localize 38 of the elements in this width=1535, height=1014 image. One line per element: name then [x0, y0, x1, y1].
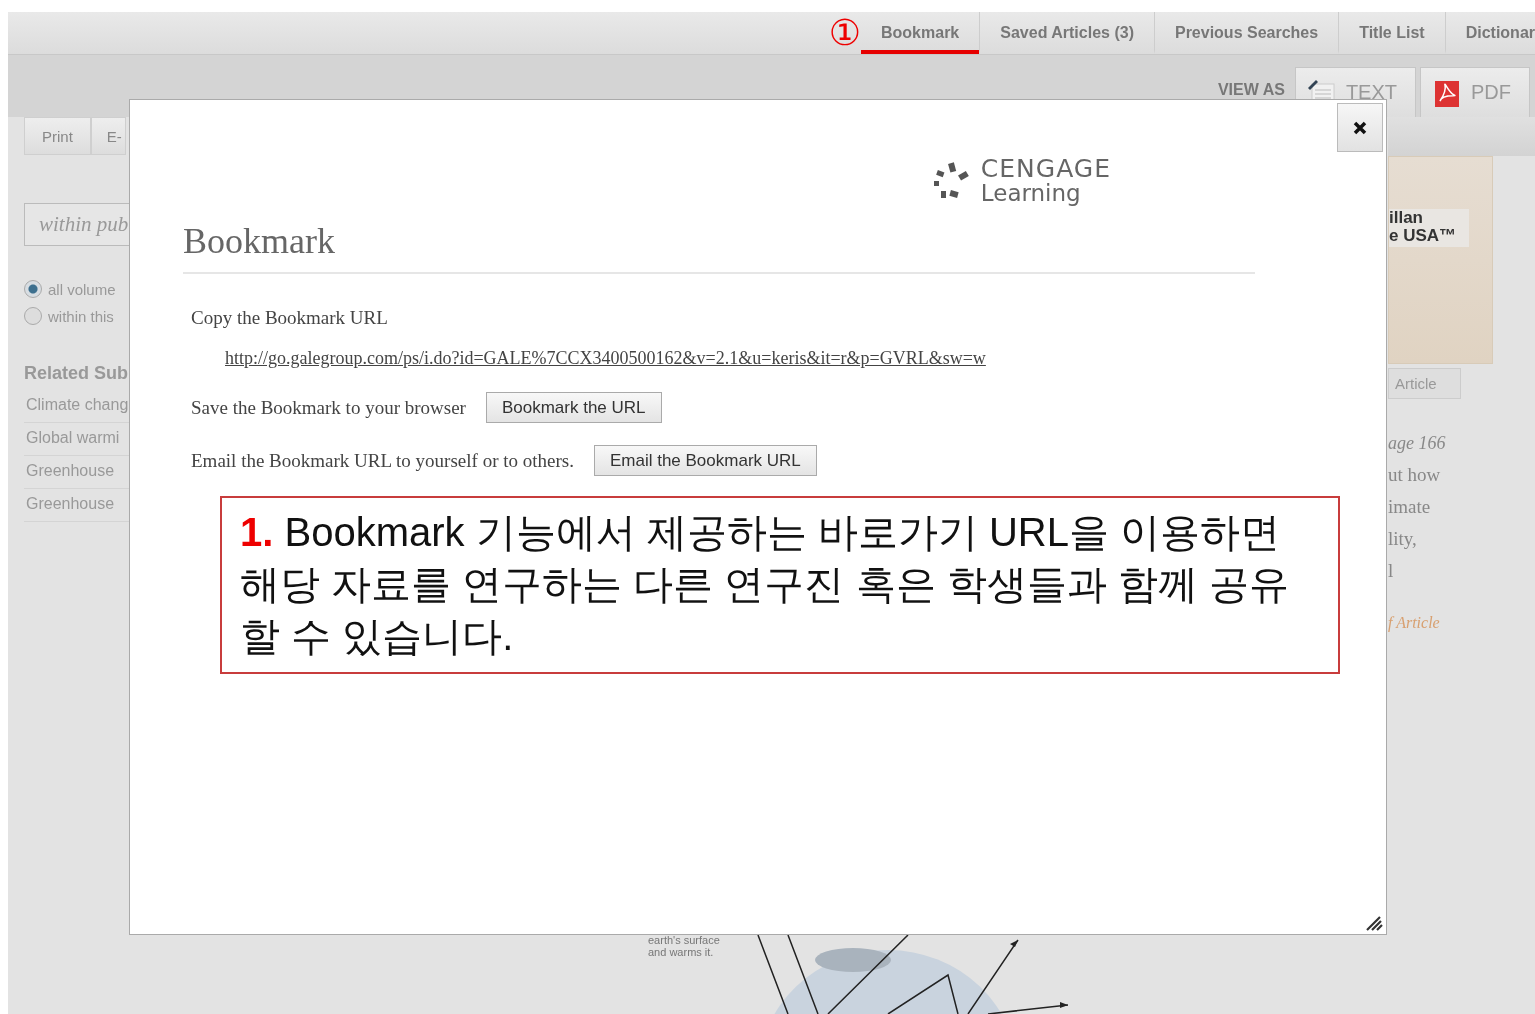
- close-icon: [1352, 119, 1368, 136]
- radio-label: all volume: [48, 280, 116, 298]
- action-label: Save the Bookmark to your browser: [191, 396, 466, 419]
- resize-grip-icon[interactable]: [1365, 915, 1383, 931]
- article-button[interactable]: Article: [1388, 368, 1461, 399]
- copy-url-label: Copy the Bookmark URL: [191, 307, 389, 329]
- nav-tab[interactable]: Dictionar: [1444, 12, 1535, 54]
- article-link[interactable]: f Article: [1388, 614, 1535, 632]
- tool-button[interactable]: Print: [24, 117, 91, 155]
- action-button[interactable]: Bookmark the URL: [485, 392, 662, 423]
- logo-text: CENGAGE: [980, 156, 1111, 181]
- article-text: imate: [1388, 496, 1432, 518]
- cover-title: e USA™: [1389, 227, 1458, 245]
- annotation-marker: ①: [828, 15, 861, 51]
- logo-text: Learning: [980, 181, 1082, 206]
- article-text: ut how: [1388, 464, 1442, 486]
- view-as-label: VIEW AS: [1217, 81, 1285, 99]
- nav-tab[interactable]: Saved Articles (3): [979, 12, 1154, 54]
- callout-note: 1. Bookmark 기능에서 제공하는 바로가기 URL을 이용하면 해당 자료를 연구하는 다른 연구진 혹은 학생들과 함께 공유할 수 있습니다.: [220, 496, 1340, 674]
- view-format-button[interactable]: PDF: [1420, 67, 1530, 117]
- dialog-title: Bookmark: [183, 220, 1255, 274]
- close-button[interactable]: [1337, 103, 1383, 152]
- figure-caption: earth's surface and warms it.: [648, 934, 721, 958]
- article-text: l: [1388, 560, 1395, 582]
- action-label: Email the Bookmark URL to yourself or to others.: [191, 449, 574, 472]
- page-reference: age 166: [1388, 433, 1447, 454]
- related-heading: Related Sub: [24, 363, 129, 384]
- action-button[interactable]: Email the Bookmark URL: [593, 445, 817, 476]
- bookmark-url-link[interactable]: http://go.galegroup.com/ps/i.do?id=GALE%7CCX3400500162&v=2.1&u=keris&it=r&p=GVRL&sw=w: [225, 348, 986, 369]
- nav-tab[interactable]: Title List: [1338, 12, 1445, 54]
- radio-label: within this: [48, 307, 114, 325]
- radio-button[interactable]: [24, 307, 42, 325]
- search-field[interactable]: within pub: [24, 203, 129, 246]
- tool-button[interactable]: E-: [90, 117, 126, 155]
- nav-tab[interactable]: Previous Searches: [1153, 12, 1339, 54]
- article-text: lity,: [1388, 528, 1418, 550]
- radio-button[interactable]: [24, 280, 42, 298]
- cover-title: illan: [1389, 209, 1424, 227]
